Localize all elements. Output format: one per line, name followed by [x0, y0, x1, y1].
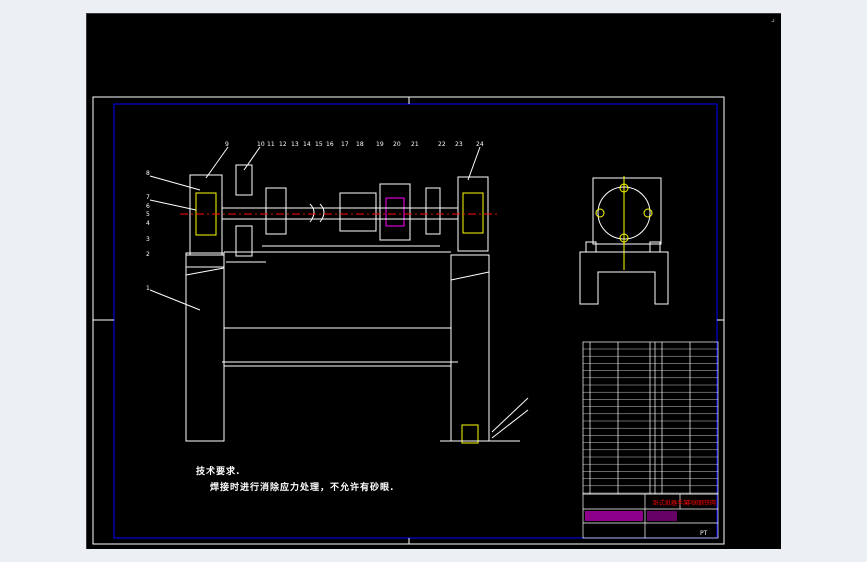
part-label: 24 [476, 141, 484, 148]
part-label: 19 [376, 141, 384, 148]
leader-1 [149, 289, 201, 311]
part-label: 14 [303, 141, 311, 148]
left-bearing-housing [189, 174, 223, 256]
part-label: 21 [411, 141, 419, 148]
part-label: 5 [146, 211, 150, 218]
part-label: 20 [393, 141, 401, 148]
part-label: 11 [267, 141, 275, 148]
title-mark: PT [700, 530, 708, 537]
coupling-housing [379, 183, 411, 241]
sheet-border [92, 96, 725, 545]
leader-bolt-2 [491, 409, 529, 439]
table-rows [583, 348, 718, 494]
bolt-left [595, 208, 605, 218]
part-label: 22 [438, 141, 446, 148]
parts-list-table [582, 341, 719, 495]
main-assembly [149, 146, 529, 444]
part-label: 13 [291, 141, 299, 148]
left-column [185, 254, 225, 442]
left-column-break [185, 267, 225, 276]
title-magenta-band-2 [647, 511, 677, 521]
leader-bolt-1 [491, 397, 529, 433]
gear-mid [265, 187, 287, 235]
right-bearing [462, 192, 484, 234]
anchor-bolt [461, 424, 479, 444]
part-label: 12 [279, 141, 287, 148]
right-column [450, 254, 490, 442]
part-label: 17 [341, 141, 349, 148]
leader-8 [149, 175, 201, 191]
right-column-break [450, 271, 490, 281]
part-label: 6 [146, 203, 150, 210]
part-number-labels: 9 10 11 12 13 14 15 16 17 18 19 20 21 22… [146, 141, 484, 292]
part-label: 9 [225, 141, 229, 148]
part-label: 7 [146, 194, 150, 201]
technical-notes-title: 技术要求. [196, 467, 241, 477]
leader-7 [149, 199, 197, 211]
part-label: 23 [455, 141, 463, 148]
technical-notes-line: 焊接时进行消除应力处理，不允许有砂眼. [210, 483, 395, 493]
bolt-right [643, 208, 653, 218]
part-label: 18 [356, 141, 364, 148]
part-label: 10 [257, 141, 265, 148]
coupling [339, 192, 377, 232]
part-label: 3 [146, 236, 150, 243]
side-view [579, 176, 669, 305]
title-magenta-band [585, 511, 643, 521]
part-label: 15 [315, 141, 323, 148]
part-label: 16 [326, 141, 334, 148]
leader-9 [205, 146, 229, 179]
cad-drawing[interactable]: 9 10 11 12 13 14 15 16 17 18 19 20 21 22… [0, 0, 867, 562]
part-label: 2 [146, 251, 150, 258]
company-name: 中国钢铁网 [686, 499, 716, 507]
part-label: 4 [146, 220, 150, 227]
coupling-core [385, 197, 405, 227]
drawing-name: 卧式纸器手架 [653, 499, 689, 507]
right-gear [425, 187, 441, 235]
part-label: 1 [146, 285, 150, 292]
part-label: 8 [146, 170, 150, 177]
leader-24 [467, 146, 481, 181]
